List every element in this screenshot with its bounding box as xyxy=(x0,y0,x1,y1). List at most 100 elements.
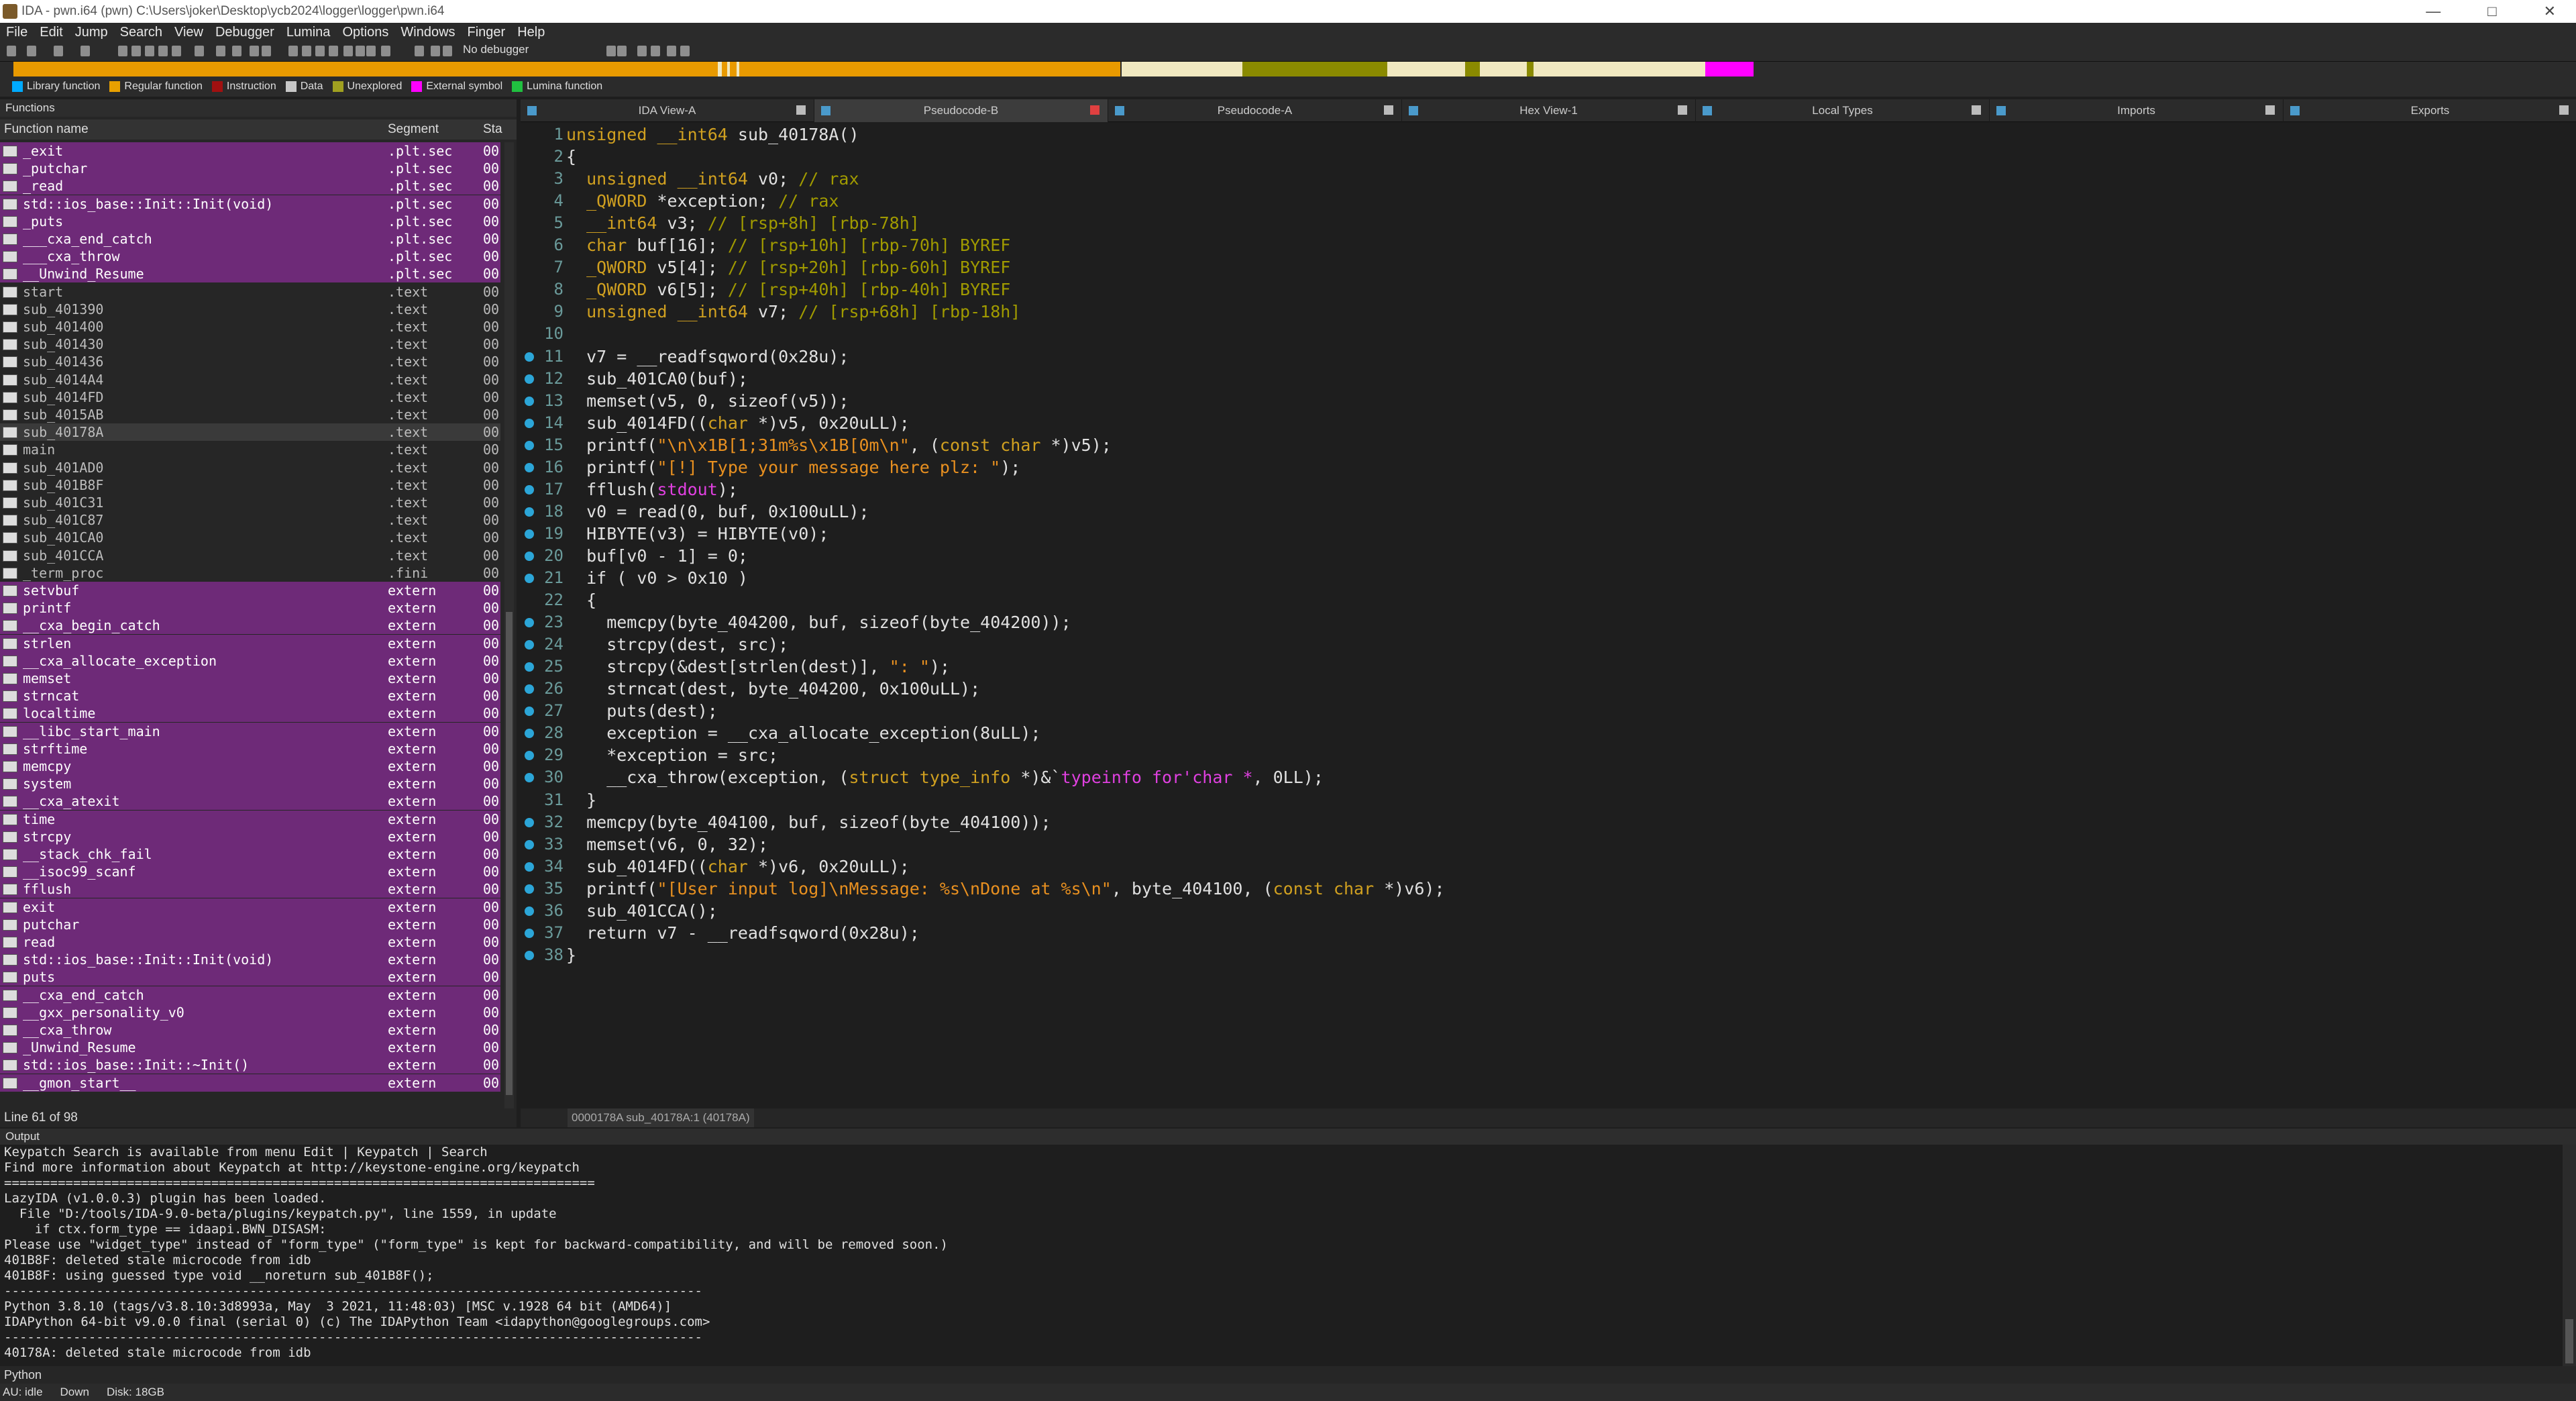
function-row[interactable]: _exit .plt.sec 00 xyxy=(0,142,500,160)
function-row[interactable]: __gxx_personality_v0 extern 00 xyxy=(0,1003,500,1021)
code-line[interactable]: memcpy(byte_404100, buf, sizeof(byte_404… xyxy=(566,811,1051,833)
code-line[interactable]: v7 = __readfsqword(0x28u); xyxy=(566,346,849,368)
function-row[interactable]: sub_401C31 .text 00 xyxy=(0,494,500,511)
function-row[interactable]: localtime extern 00 xyxy=(0,705,500,723)
code-line[interactable]: memcpy(byte_404200, buf, sizeof(byte_404… xyxy=(566,611,1071,633)
code-line[interactable]: buf[v0 - 1] = 0; xyxy=(566,545,748,567)
breakpoint-dot[interactable] xyxy=(525,551,534,561)
code-line[interactable]: v0 = read(0, buf, 0x100uLL); xyxy=(566,501,869,523)
code-line[interactable]: return v7 - __readfsqword(0x28u); xyxy=(566,922,920,944)
function-row[interactable]: __Unwind_Resume .plt.sec 00 xyxy=(0,265,500,283)
navigation-band[interactable] xyxy=(0,62,2576,76)
function-row[interactable]: __cxa_atexit extern 00 xyxy=(0,792,500,811)
breakpoint-dot[interactable] xyxy=(525,374,534,384)
toolbar-icon[interactable] xyxy=(415,46,424,56)
toolbar-icon[interactable] xyxy=(617,46,627,56)
menu-file[interactable]: File xyxy=(0,25,34,40)
toolbar-icon[interactable] xyxy=(7,46,16,56)
tab-close-icon[interactable] xyxy=(1384,105,1393,115)
output-scrollbar[interactable] xyxy=(2563,1145,2576,1366)
function-row[interactable]: sub_401CA0 .text 00 xyxy=(0,529,500,547)
function-row[interactable]: _puts .plt.sec 00 xyxy=(0,212,500,230)
code-line[interactable]: unsigned __int64 v0; // rax xyxy=(566,168,859,190)
minimize-icon[interactable]: — xyxy=(2426,0,2440,23)
function-row[interactable]: sub_4015AB .text 00 xyxy=(0,406,500,423)
code-line[interactable]: sub_401CCA(); xyxy=(566,900,718,922)
code-line[interactable]: *exception = src; xyxy=(566,744,778,766)
function-row[interactable]: strncat extern 00 xyxy=(0,687,500,705)
code-line[interactable]: if ( v0 > 0x10 ) xyxy=(566,567,748,589)
toolbar-icon[interactable] xyxy=(329,46,338,56)
function-row[interactable]: __cxa_end_catch extern 00 xyxy=(0,986,500,1004)
toolbar-icon[interactable] xyxy=(356,46,365,56)
breakpoint-dot[interactable] xyxy=(525,817,534,827)
output-scroll-thumb[interactable] xyxy=(2565,1319,2573,1363)
breakpoint-dot[interactable] xyxy=(525,440,534,450)
debugger-select[interactable]: No debugger xyxy=(463,43,529,56)
toolbar-icon[interactable] xyxy=(366,46,376,56)
code-line[interactable]: char buf[16]; // [rsp+10h] [rbp-70h] BYR… xyxy=(566,234,1010,256)
toolbar-icon[interactable] xyxy=(250,46,259,56)
code-line[interactable]: } xyxy=(566,789,596,811)
function-row[interactable]: sub_401B8F .text 00 xyxy=(0,476,500,494)
tab-close-icon[interactable] xyxy=(2559,105,2569,115)
function-row[interactable]: sub_4014FD .text 00 xyxy=(0,388,500,406)
output-log[interactable]: Keypatch Search is available from menu E… xyxy=(0,1145,2556,1366)
code-line[interactable]: { xyxy=(566,589,596,611)
toolbar-icon[interactable] xyxy=(118,46,127,56)
python-prompt[interactable]: Python xyxy=(0,1366,2576,1384)
toolbar-icon[interactable] xyxy=(637,46,647,56)
tab-ida-view-a[interactable]: IDA View-A xyxy=(521,99,814,122)
function-row[interactable]: sub_401436 .text 00 xyxy=(0,353,500,371)
function-row[interactable]: __cxa_throw extern 00 xyxy=(0,1021,500,1039)
breakpoint-dot[interactable] xyxy=(525,396,534,406)
menu-lumina[interactable]: Lumina xyxy=(280,25,337,40)
col-segment[interactable]: Segment xyxy=(388,119,439,140)
function-row[interactable]: main .text 00 xyxy=(0,441,500,459)
toolbar-icon[interactable] xyxy=(680,46,690,56)
code-line[interactable]: printf("[!] Type your message here plz: … xyxy=(566,456,1020,478)
toolbar-icon[interactable] xyxy=(216,46,225,56)
code-line[interactable]: puts(dest); xyxy=(566,700,718,722)
toolbar-icon[interactable] xyxy=(145,46,154,56)
toolbar-icon[interactable] xyxy=(443,46,452,56)
code-line[interactable]: fflush(stdout); xyxy=(566,478,738,501)
code-line[interactable]: _QWORD v5[4]; // [rsp+20h] [rbp-60h] BYR… xyxy=(566,256,1010,278)
breakpoint-dot[interactable] xyxy=(525,618,534,628)
menu-edit[interactable]: Edit xyxy=(34,25,68,40)
function-row[interactable]: ___cxa_end_catch .plt.sec 00 xyxy=(0,230,500,248)
code-line[interactable]: strcpy(&dest[strlen(dest)], ": "); xyxy=(566,656,950,678)
breakpoint-dot[interactable] xyxy=(525,352,534,362)
function-row[interactable]: puts extern 00 xyxy=(0,968,500,986)
toolbar-icon[interactable] xyxy=(232,46,241,56)
code-line[interactable]: HIBYTE(v3) = HIBYTE(v0); xyxy=(566,523,828,545)
code-line[interactable]: memset(v5, 0, sizeof(v5)); xyxy=(566,390,849,412)
function-row[interactable]: strftime extern 00 xyxy=(0,739,500,758)
function-row[interactable]: sub_401400 .text 00 xyxy=(0,318,500,335)
maximize-icon[interactable]: □ xyxy=(2487,0,2496,23)
breakpoint-dot[interactable] xyxy=(525,418,534,428)
breakpoint-dot[interactable] xyxy=(525,462,534,472)
pseudocode-view[interactable]: 1 unsigned __int64 sub_40178A() 2{3 unsign… xyxy=(521,122,2576,1108)
code-line[interactable]: __int64 v3; // [rsp+8h] [rbp-78h] xyxy=(566,212,920,234)
function-row[interactable]: __isoc99_scanf extern 00 xyxy=(0,863,500,881)
code-line[interactable]: unsigned __int64 v7; // [rsp+68h] [rbp-1… xyxy=(566,301,1020,323)
breakpoint-dot[interactable] xyxy=(525,484,534,495)
menu-finger[interactable]: Finger xyxy=(462,25,512,40)
function-row[interactable]: time extern 00 xyxy=(0,810,500,828)
function-row[interactable]: sub_40178A .text 00 xyxy=(0,423,500,442)
breakpoint-dot[interactable] xyxy=(525,839,534,849)
tab-close-icon[interactable] xyxy=(1972,105,1981,115)
function-row[interactable]: sub_401C87 .text 00 xyxy=(0,511,500,529)
function-row[interactable]: read extern 00 xyxy=(0,933,500,951)
tab-close-icon[interactable] xyxy=(2265,105,2275,115)
functions-scrollbar[interactable] xyxy=(504,142,514,1122)
toolbar-icon[interactable] xyxy=(343,46,353,56)
code-line[interactable]: printf("\n\x1B[1;31m%s\x1B[0m\n", (const… xyxy=(566,434,1112,456)
function-row[interactable]: std::ios_base::Init::~Init() extern 00 xyxy=(0,1056,500,1074)
toolbar-icon[interactable] xyxy=(54,46,63,56)
function-row[interactable]: std::ios_base::Init::Init(void) extern 00 xyxy=(0,951,500,969)
toolbar-icon[interactable] xyxy=(80,46,90,56)
toolbar-icon[interactable] xyxy=(667,46,676,56)
code-line[interactable]: _QWORD v6[5]; // [rsp+40h] [rbp-40h] BYR… xyxy=(566,278,1010,301)
